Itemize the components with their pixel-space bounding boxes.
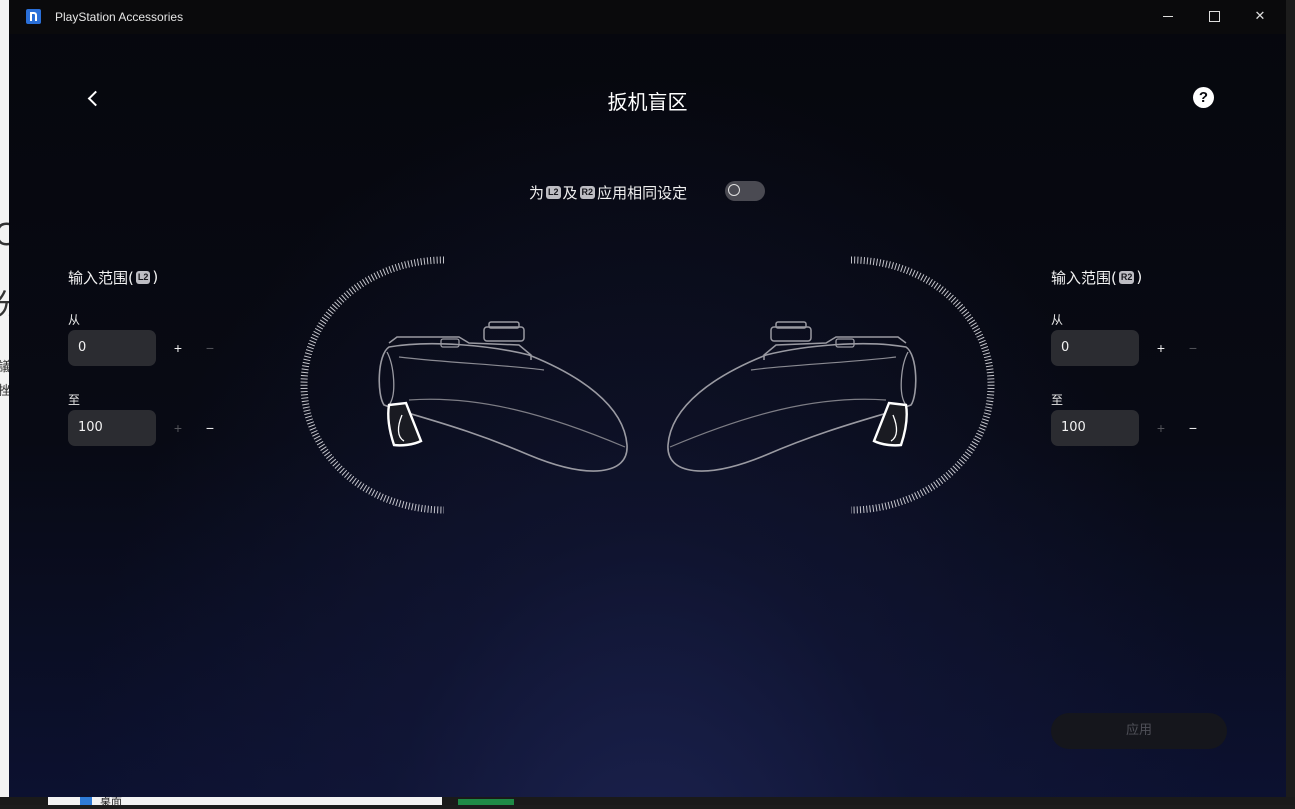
desktop-background: C 分 議 挫 xyxy=(0,0,9,805)
controller-right-illustration xyxy=(668,260,991,510)
folder-icon xyxy=(80,797,92,805)
controller-left-illustration xyxy=(304,260,627,510)
taskbar-app[interactable] xyxy=(458,799,514,805)
apply-button[interactable]: 应用 xyxy=(1051,713,1227,749)
trigger-illustration xyxy=(9,0,1286,797)
desktop-taskbar: 桌面 xyxy=(0,796,1295,808)
app-window: PlayStation Accessories ✕ 扳机盲区 ? 为 L2 及 … xyxy=(9,0,1286,797)
